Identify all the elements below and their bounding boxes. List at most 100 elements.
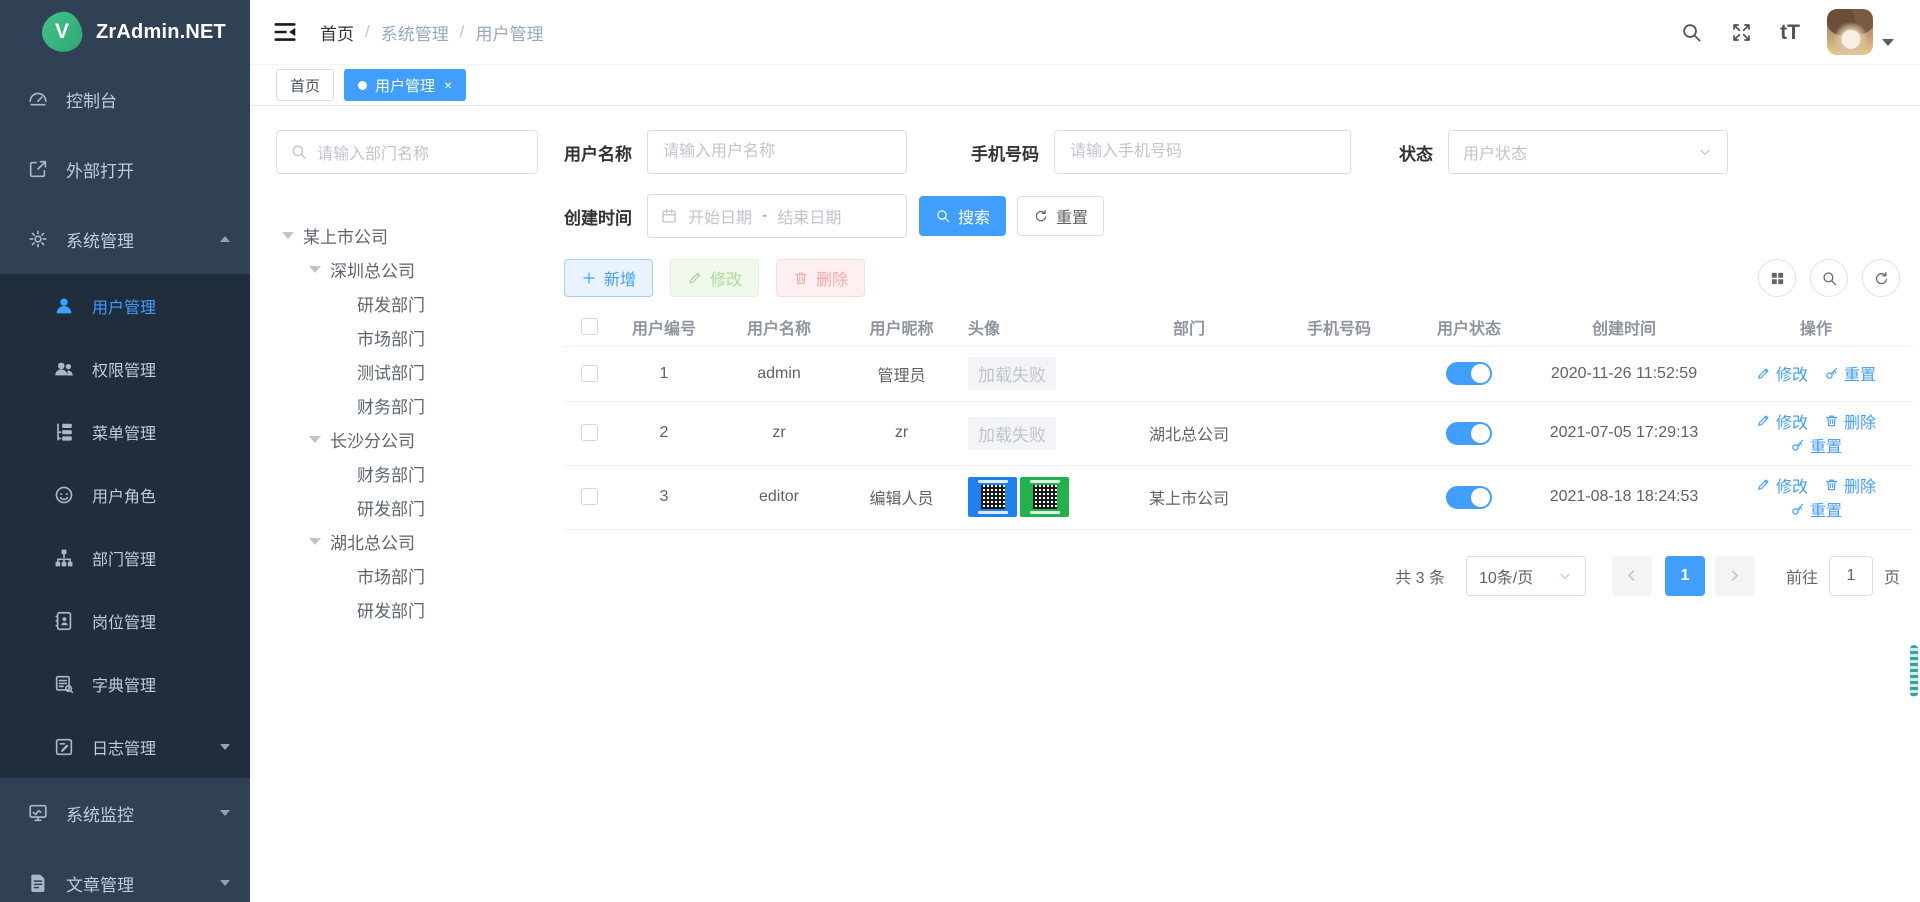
status-toggle[interactable] — [1446, 486, 1492, 509]
tab-用户管理[interactable]: 用户管理× — [344, 69, 466, 101]
tree-node[interactable]: 研发部门 — [276, 490, 538, 524]
row-checkbox[interactable] — [581, 365, 598, 382]
tab-首页[interactable]: 首页 — [276, 69, 334, 101]
tree-node-label: 市场部门 — [357, 563, 425, 588]
sidebar-item-gear[interactable]: 系统管理 — [0, 204, 250, 274]
add-user-button[interactable]: 新增 — [564, 259, 653, 297]
main-area: 首页/系统管理/用户管理 tT 首页用户管理× 请输入部门名称 某上市公司深圳总… — [250, 0, 1920, 902]
tree-node[interactable]: 财务部门 — [276, 456, 538, 490]
sidebar-item-user[interactable]: 用户管理 — [0, 274, 250, 337]
fullscreen-icon[interactable] — [1730, 21, 1753, 44]
prev-page-button[interactable] — [1612, 556, 1652, 596]
add-button-label: 新增 — [604, 266, 636, 290]
delete-row-button[interactable]: 删除 — [1824, 473, 1876, 497]
sidebar-item-face[interactable]: 用户角色 — [0, 463, 250, 526]
font-size-icon[interactable]: tT — [1780, 22, 1800, 43]
cell-status — [1409, 465, 1529, 529]
reset-row-button[interactable]: 重置 — [1790, 433, 1842, 457]
tree-expand-caret-icon[interactable] — [309, 266, 321, 273]
sidebar-item-article[interactable]: 文章管理 — [0, 848, 250, 902]
sidebar-item-external-link[interactable]: 外部打开 — [0, 134, 250, 204]
calendar-icon — [660, 207, 678, 225]
tree-node[interactable]: 财务部门 — [276, 388, 538, 422]
cell-user-name: zr — [714, 401, 844, 465]
chevron-down-icon — [1697, 144, 1713, 160]
dept-search-input[interactable]: 请输入部门名称 — [276, 130, 538, 174]
edit-row-button[interactable]: 修改 — [1756, 473, 1808, 497]
user-menu[interactable] — [1827, 9, 1894, 55]
columns-toggle-button[interactable] — [1758, 259, 1796, 297]
row-checkbox-cell — [564, 346, 614, 401]
row-checkbox[interactable] — [581, 424, 598, 441]
tree-node-label: 财务部门 — [357, 393, 425, 418]
pencil-icon — [1756, 413, 1771, 428]
delete-row-button[interactable]: 删除 — [1824, 409, 1876, 433]
search-icon — [935, 208, 951, 224]
sidebar-item-log[interactable]: 日志管理 — [0, 715, 250, 778]
status-select[interactable]: 用户状态 — [1448, 130, 1728, 174]
chevron-down-icon — [220, 880, 230, 886]
edit-row-button[interactable]: 修改 — [1756, 409, 1808, 433]
dept-search-placeholder: 请输入部门名称 — [317, 140, 429, 164]
sidebar-collapse-icon[interactable] — [272, 19, 298, 45]
refresh-icon — [1033, 208, 1049, 224]
sidebar-item-monitor[interactable]: 系统监控 — [0, 778, 250, 848]
edit-row-button[interactable]: 修改 — [1756, 361, 1808, 385]
tree-node[interactable]: 市场部门 — [276, 320, 538, 354]
page-size-select[interactable]: 10条/页 — [1466, 556, 1586, 596]
sidebar-item-badge[interactable]: 岗位管理 — [0, 589, 250, 652]
tree-node[interactable]: 深圳总公司 — [276, 252, 538, 286]
edit-user-button[interactable]: 修改 — [670, 259, 759, 297]
reset-button[interactable]: 重置 — [1017, 196, 1104, 236]
tree-node[interactable]: 市场部门 — [276, 558, 538, 592]
tree-node[interactable]: 湖北总公司 — [276, 524, 538, 558]
date-range-input[interactable]: 开始日期 - 结束日期 — [647, 194, 907, 238]
tree-expand-caret-icon[interactable] — [309, 436, 321, 443]
status-toggle[interactable] — [1446, 422, 1492, 445]
phone-input[interactable] — [1054, 130, 1351, 174]
reset-row-button[interactable]: 重置 — [1790, 497, 1842, 521]
tree-expand-caret-icon[interactable] — [309, 538, 321, 545]
sidebar-item-menu-tree[interactable]: 菜单管理 — [0, 400, 250, 463]
username-input[interactable] — [647, 130, 907, 174]
show-search-button[interactable] — [1810, 259, 1848, 297]
tab-close-icon[interactable]: × — [444, 78, 452, 92]
tree-node[interactable]: 长沙分公司 — [276, 422, 538, 456]
cell-avatar: 加载失败 — [959, 346, 1109, 401]
sidebar-item-sitemap[interactable]: 部门管理 — [0, 526, 250, 589]
avatar-load-failed: 加载失败 — [968, 417, 1056, 450]
cell-avatar — [959, 465, 1109, 529]
external-link-icon — [27, 158, 49, 180]
delete-user-button[interactable]: 删除 — [776, 259, 865, 297]
breadcrumb-item[interactable]: 首页 — [320, 20, 354, 45]
tree-expand-caret-icon[interactable] — [282, 232, 294, 239]
tree-node[interactable]: 研发部门 — [276, 286, 538, 320]
search-button[interactable]: 搜索 — [919, 196, 1006, 236]
sidebar-item-users[interactable]: 权限管理 — [0, 337, 250, 400]
reset-row-button[interactable]: 重置 — [1824, 361, 1876, 385]
page-1-button[interactable]: 1 — [1665, 556, 1705, 596]
select-all-checkbox[interactable] — [581, 318, 598, 335]
sidebar-item-label: 菜单管理 — [92, 420, 230, 444]
sidebar-item-label: 岗位管理 — [92, 609, 230, 633]
navbar-actions: tT — [1680, 9, 1894, 55]
refresh-table-button[interactable] — [1862, 259, 1900, 297]
status-toggle[interactable] — [1446, 362, 1492, 385]
row-checkbox[interactable] — [581, 488, 598, 505]
search-icon[interactable] — [1680, 21, 1703, 44]
goto-page-input[interactable] — [1829, 556, 1873, 596]
sidebar-item-dictionary[interactable]: 字典管理 — [0, 652, 250, 715]
tree-node[interactable]: 测试部门 — [276, 354, 538, 388]
tree-node[interactable]: 研发部门 — [276, 592, 538, 626]
next-page-button[interactable] — [1715, 556, 1755, 596]
app-logo[interactable]: V ZrAdmin.NET — [0, 0, 250, 64]
avatar-load-failed: 加载失败 — [968, 357, 1056, 390]
dept-tree-panel: 请输入部门名称 某上市公司深圳总公司研发部门市场部门测试部门财务部门长沙分公司财… — [276, 130, 538, 902]
breadcrumb-item: 用户管理 — [475, 20, 543, 45]
scrollbar-thumb[interactable] — [1910, 645, 1918, 697]
sidebar-item-label: 系统监控 — [66, 801, 203, 826]
sidebar-item-dashboard[interactable]: 控制台 — [0, 64, 250, 134]
search-button-label: 搜索 — [958, 204, 990, 228]
tree-node[interactable]: 某上市公司 — [276, 218, 538, 252]
user-icon — [53, 295, 75, 317]
